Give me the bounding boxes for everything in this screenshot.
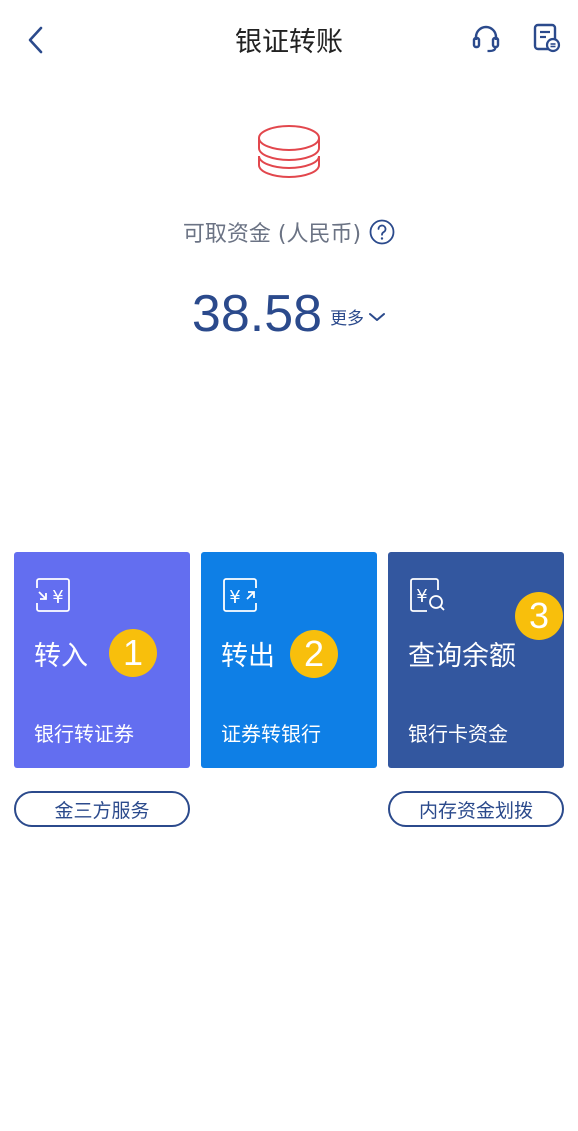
svg-text:¥: ¥ [52, 587, 63, 608]
transfer-out-card[interactable]: ¥ 转出 证券转银行 [201, 552, 377, 768]
balance-query-card[interactable]: ¥ 查询余额 银行卡资金 [388, 552, 564, 768]
card-title: 转出 [221, 641, 275, 672]
transfer-out-icon: ¥ [223, 578, 257, 612]
card-subtitle: 证券转银行 [221, 722, 321, 746]
transfer-in-card[interactable]: ¥ 转入 银行转证券 [14, 552, 190, 768]
help-icon[interactable] [369, 219, 395, 245]
step-badge-3: 3 [515, 592, 563, 640]
more-label: 更多 [330, 309, 365, 329]
customer-service-button[interactable] [468, 20, 504, 56]
balance-amount-row: 38.58 更多 [0, 282, 578, 346]
coins-icon [258, 125, 320, 178]
svg-text:¥: ¥ [229, 587, 240, 608]
svg-text:¥: ¥ [416, 586, 427, 607]
card-title: 转入 [34, 641, 88, 672]
document-icon [533, 23, 561, 53]
more-button[interactable]: 更多 [330, 304, 386, 329]
balance-label: 可取资金 (人民币) [182, 222, 362, 247]
third-party-service-button[interactable]: 金三方服务 [14, 791, 190, 827]
step-badge-2: 2 [290, 630, 338, 678]
transfer-in-icon: ¥ [36, 578, 70, 612]
internal-fund-transfer-button[interactable]: 内存资金划拨 [388, 791, 564, 827]
card-title: 查询余额 [408, 641, 516, 672]
headset-icon [472, 25, 500, 53]
records-button[interactable] [528, 20, 564, 56]
balance-search-icon: ¥ [410, 578, 445, 612]
balance-label-row: 可取资金 (人民币) [0, 216, 578, 248]
balance-amount: 38.58 [191, 285, 323, 343]
step-badge-1: 1 [109, 629, 157, 677]
top-bar: 银证转账 [0, 0, 578, 80]
card-subtitle: 银行转证券 [34, 722, 134, 746]
card-subtitle: 银行卡资金 [408, 722, 508, 746]
chevron-down-icon [369, 312, 386, 321]
